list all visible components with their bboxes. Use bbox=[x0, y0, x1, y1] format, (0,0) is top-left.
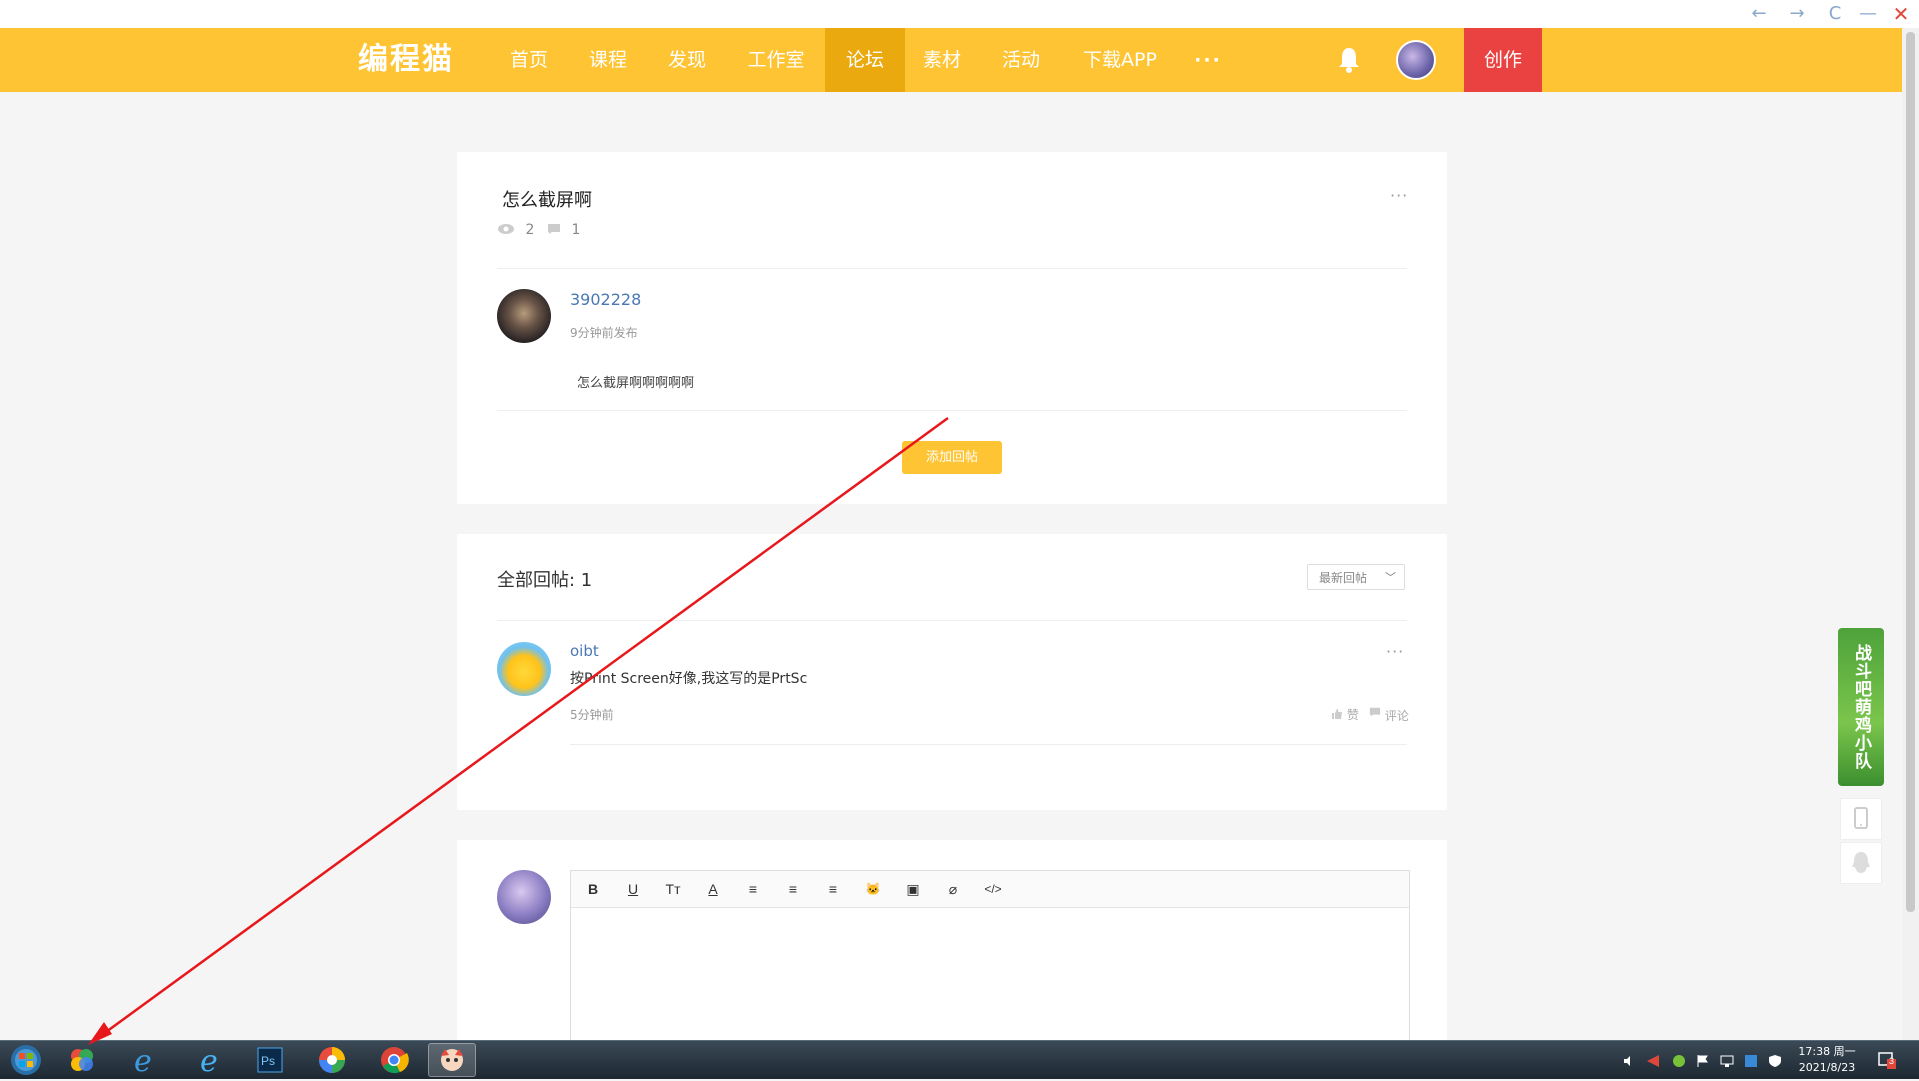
underline-icon[interactable]: U bbox=[622, 879, 644, 899]
close-icon[interactable]: ✕ bbox=[1886, 2, 1916, 26]
sort-select-value: 最新回帖 bbox=[1319, 571, 1368, 585]
view-count: 2 bbox=[497, 222, 534, 238]
svg-text:Ps: Ps bbox=[261, 1054, 275, 1068]
colorful-app-icon[interactable] bbox=[58, 1043, 106, 1077]
author-name[interactable]: 3902228 bbox=[570, 290, 641, 309]
nav-more-icon[interactable]: ··· bbox=[1188, 28, 1228, 92]
divider bbox=[497, 268, 1407, 269]
like-button[interactable]: 赞 bbox=[1331, 706, 1359, 723]
forward-icon[interactable]: → bbox=[1782, 2, 1812, 26]
add-reply-button[interactable]: 添加回帖 bbox=[902, 441, 1002, 474]
replies-title: 全部回帖: 1 bbox=[497, 570, 593, 591]
top-navigation: 编程猫 首页 课程 发现 工作室 论坛 素材 活动 下载APP ··· 创作 bbox=[0, 28, 1902, 92]
notification-icon[interactable]: 3 bbox=[1878, 1051, 1896, 1069]
emoji-icon[interactable]: 🐱 bbox=[862, 879, 884, 899]
reply-time: 5分钟前 bbox=[570, 708, 614, 722]
svg-text:e: e bbox=[134, 1044, 152, 1077]
input-method-icon[interactable] bbox=[1744, 1053, 1758, 1067]
reply-editor[interactable]: B U Tт A ≡ ≡ ≡ 🐱 ▣ ⌀ </> bbox=[570, 870, 1410, 1040]
nav-item-materials[interactable]: 素材 bbox=[910, 28, 974, 92]
network-icon[interactable] bbox=[1720, 1053, 1734, 1067]
create-button[interactable]: 创作 bbox=[1464, 28, 1542, 92]
bold-icon[interactable]: B bbox=[582, 879, 604, 899]
windows-taskbar: e e Ps 17:38 周一 2021/8/23 3 bbox=[0, 1040, 1919, 1079]
color-wheel-icon[interactable] bbox=[308, 1043, 356, 1077]
comment-icon bbox=[548, 224, 560, 234]
align-left-icon[interactable]: ≡ bbox=[742, 879, 764, 899]
comment-label: 评论 bbox=[1384, 709, 1409, 723]
nav-item-studio[interactable]: 工作室 bbox=[736, 28, 816, 92]
code-icon[interactable]: </> bbox=[980, 879, 1006, 899]
bell-icon[interactable] bbox=[1337, 46, 1361, 74]
chrome-icon[interactable] bbox=[370, 1043, 418, 1077]
mobile-icon[interactable] bbox=[1840, 798, 1882, 840]
chevron-down-icon: ﹀ bbox=[1385, 571, 1396, 584]
notification-count: 3 bbox=[1889, 1056, 1895, 1066]
page-scrollbar[interactable] bbox=[1902, 28, 1919, 1040]
reply-editor-card: B U Tт A ≡ ≡ ≡ 🐱 ▣ ⌀ </> bbox=[457, 840, 1447, 1040]
post-more-icon[interactable]: ··· bbox=[1390, 186, 1408, 205]
comment-button[interactable]: 评论 bbox=[1369, 706, 1409, 724]
nav-item-forum[interactable]: 论坛 bbox=[825, 28, 905, 92]
alert-icon[interactable] bbox=[1646, 1053, 1660, 1067]
author-avatar[interactable] bbox=[497, 289, 551, 343]
image-icon[interactable]: ▣ bbox=[902, 879, 924, 899]
my-avatar bbox=[497, 870, 551, 924]
reply-more-icon[interactable]: ··· bbox=[1386, 642, 1404, 661]
editor-toolbar: B U Tт A ≡ ≡ ≡ 🐱 ▣ ⌀ </> bbox=[571, 871, 1409, 908]
brand-logo[interactable]: 编程猫 bbox=[358, 40, 454, 80]
font-size-icon[interactable]: Tт bbox=[662, 879, 684, 899]
divider bbox=[497, 410, 1407, 411]
attachment-icon[interactable]: ⌀ bbox=[942, 879, 964, 899]
eye-icon bbox=[498, 224, 514, 234]
codemao-app-icon[interactable] bbox=[428, 1043, 476, 1077]
like-label: 赞 bbox=[1346, 708, 1359, 722]
divider bbox=[497, 620, 1407, 621]
align-right-icon[interactable]: ≡ bbox=[822, 879, 844, 899]
post-title: 怎么截屏啊 bbox=[502, 190, 592, 211]
window-chrome: ← → C — ✕ bbox=[0, 0, 1919, 28]
scrollbar-thumb[interactable] bbox=[1906, 32, 1915, 912]
comment-count: 1 bbox=[547, 222, 580, 238]
internet-explorer-icon[interactable]: e bbox=[120, 1043, 168, 1079]
taskbar-clock[interactable]: 17:38 周一 2021/8/23 bbox=[1792, 1044, 1862, 1076]
refresh-icon[interactable]: C bbox=[1820, 2, 1850, 26]
nav-item-home[interactable]: 首页 bbox=[497, 28, 561, 92]
back-icon[interactable]: ← bbox=[1744, 2, 1774, 26]
user-avatar[interactable] bbox=[1396, 40, 1436, 80]
sort-select[interactable]: 最新回帖 ﹀ bbox=[1307, 564, 1405, 590]
divider bbox=[570, 744, 1407, 745]
clock-date: 2021/8/23 bbox=[1798, 1061, 1856, 1074]
reply-avatar[interactable] bbox=[497, 642, 551, 696]
view-count-value: 2 bbox=[525, 222, 535, 238]
app-tray-icon[interactable] bbox=[1672, 1053, 1686, 1067]
reply-user[interactable]: oibt bbox=[570, 642, 599, 660]
shield-icon[interactable] bbox=[1768, 1053, 1782, 1067]
side-ad-banner[interactable]: 战斗吧萌鸡小队 bbox=[1838, 628, 1884, 786]
post-time: 9分钟前发布 bbox=[570, 326, 638, 340]
nav-item-discover[interactable]: 发现 bbox=[655, 28, 719, 92]
nav-item-activities[interactable]: 活动 bbox=[989, 28, 1053, 92]
flag-icon[interactable] bbox=[1696, 1053, 1710, 1067]
photoshop-icon[interactable]: Ps bbox=[246, 1043, 294, 1077]
nav-item-download-app[interactable]: 下载APP bbox=[1076, 28, 1164, 92]
minimize-icon[interactable]: — bbox=[1853, 2, 1883, 26]
align-center-icon[interactable]: ≡ bbox=[782, 879, 804, 899]
reply-body: 按Print Screen好像,我这写的是PrtSc bbox=[570, 671, 808, 687]
start-button-icon[interactable] bbox=[2, 1043, 50, 1077]
post-body: 怎么截屏啊啊啊啊啊 bbox=[577, 376, 695, 391]
internet-explorer-icon[interactable]: e bbox=[186, 1043, 234, 1079]
comment-icon bbox=[1369, 707, 1381, 717]
font-color-icon[interactable]: A bbox=[702, 879, 724, 899]
comment-count-value: 1 bbox=[571, 222, 581, 238]
thumb-up-icon bbox=[1332, 709, 1342, 719]
clock-time: 17:38 周一 bbox=[1798, 1045, 1856, 1058]
svg-text:e: e bbox=[200, 1044, 218, 1077]
qq-icon[interactable] bbox=[1840, 842, 1882, 884]
replies-card: 全部回帖: 1 最新回帖 ﹀ oibt ··· 按Print Screen好像,… bbox=[457, 534, 1447, 810]
nav-item-courses[interactable]: 课程 bbox=[576, 28, 640, 92]
speaker-icon[interactable] bbox=[1622, 1053, 1636, 1067]
post-card: 怎么截屏啊 ··· 2 1 3902228 9分钟前发布 怎么截屏啊啊啊啊啊 添… bbox=[457, 152, 1447, 504]
